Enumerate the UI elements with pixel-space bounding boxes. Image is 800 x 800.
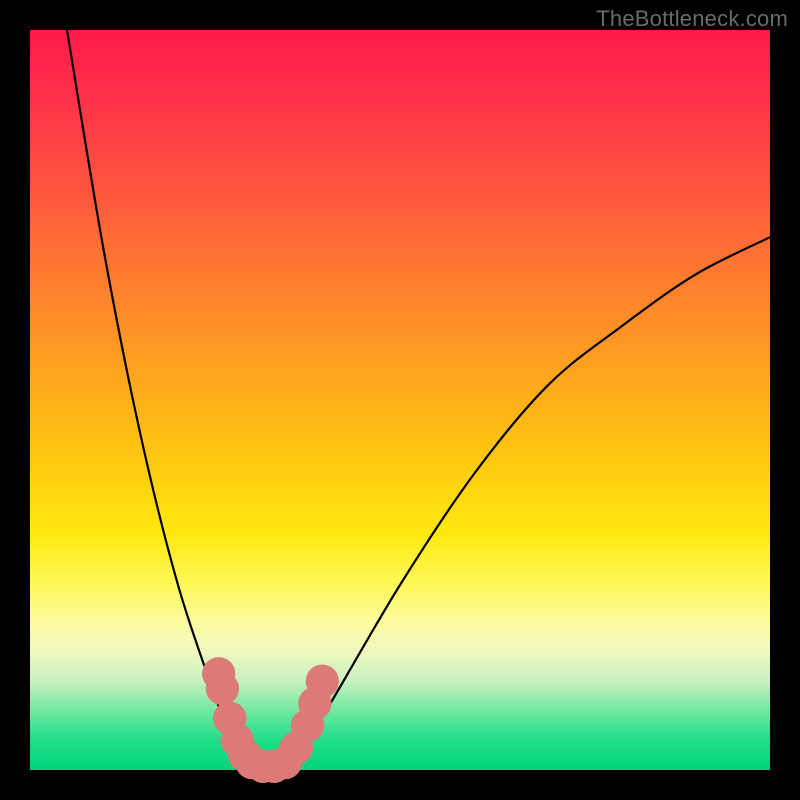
data-marker — [306, 665, 339, 698]
curve-line — [67, 30, 770, 770]
watermark-text: TheBottleneck.com — [596, 6, 788, 32]
marker-group — [202, 657, 339, 783]
chart-frame: TheBottleneck.com — [0, 0, 800, 800]
plot-area — [30, 30, 770, 770]
chart-svg — [30, 30, 770, 770]
data-marker — [206, 672, 239, 705]
